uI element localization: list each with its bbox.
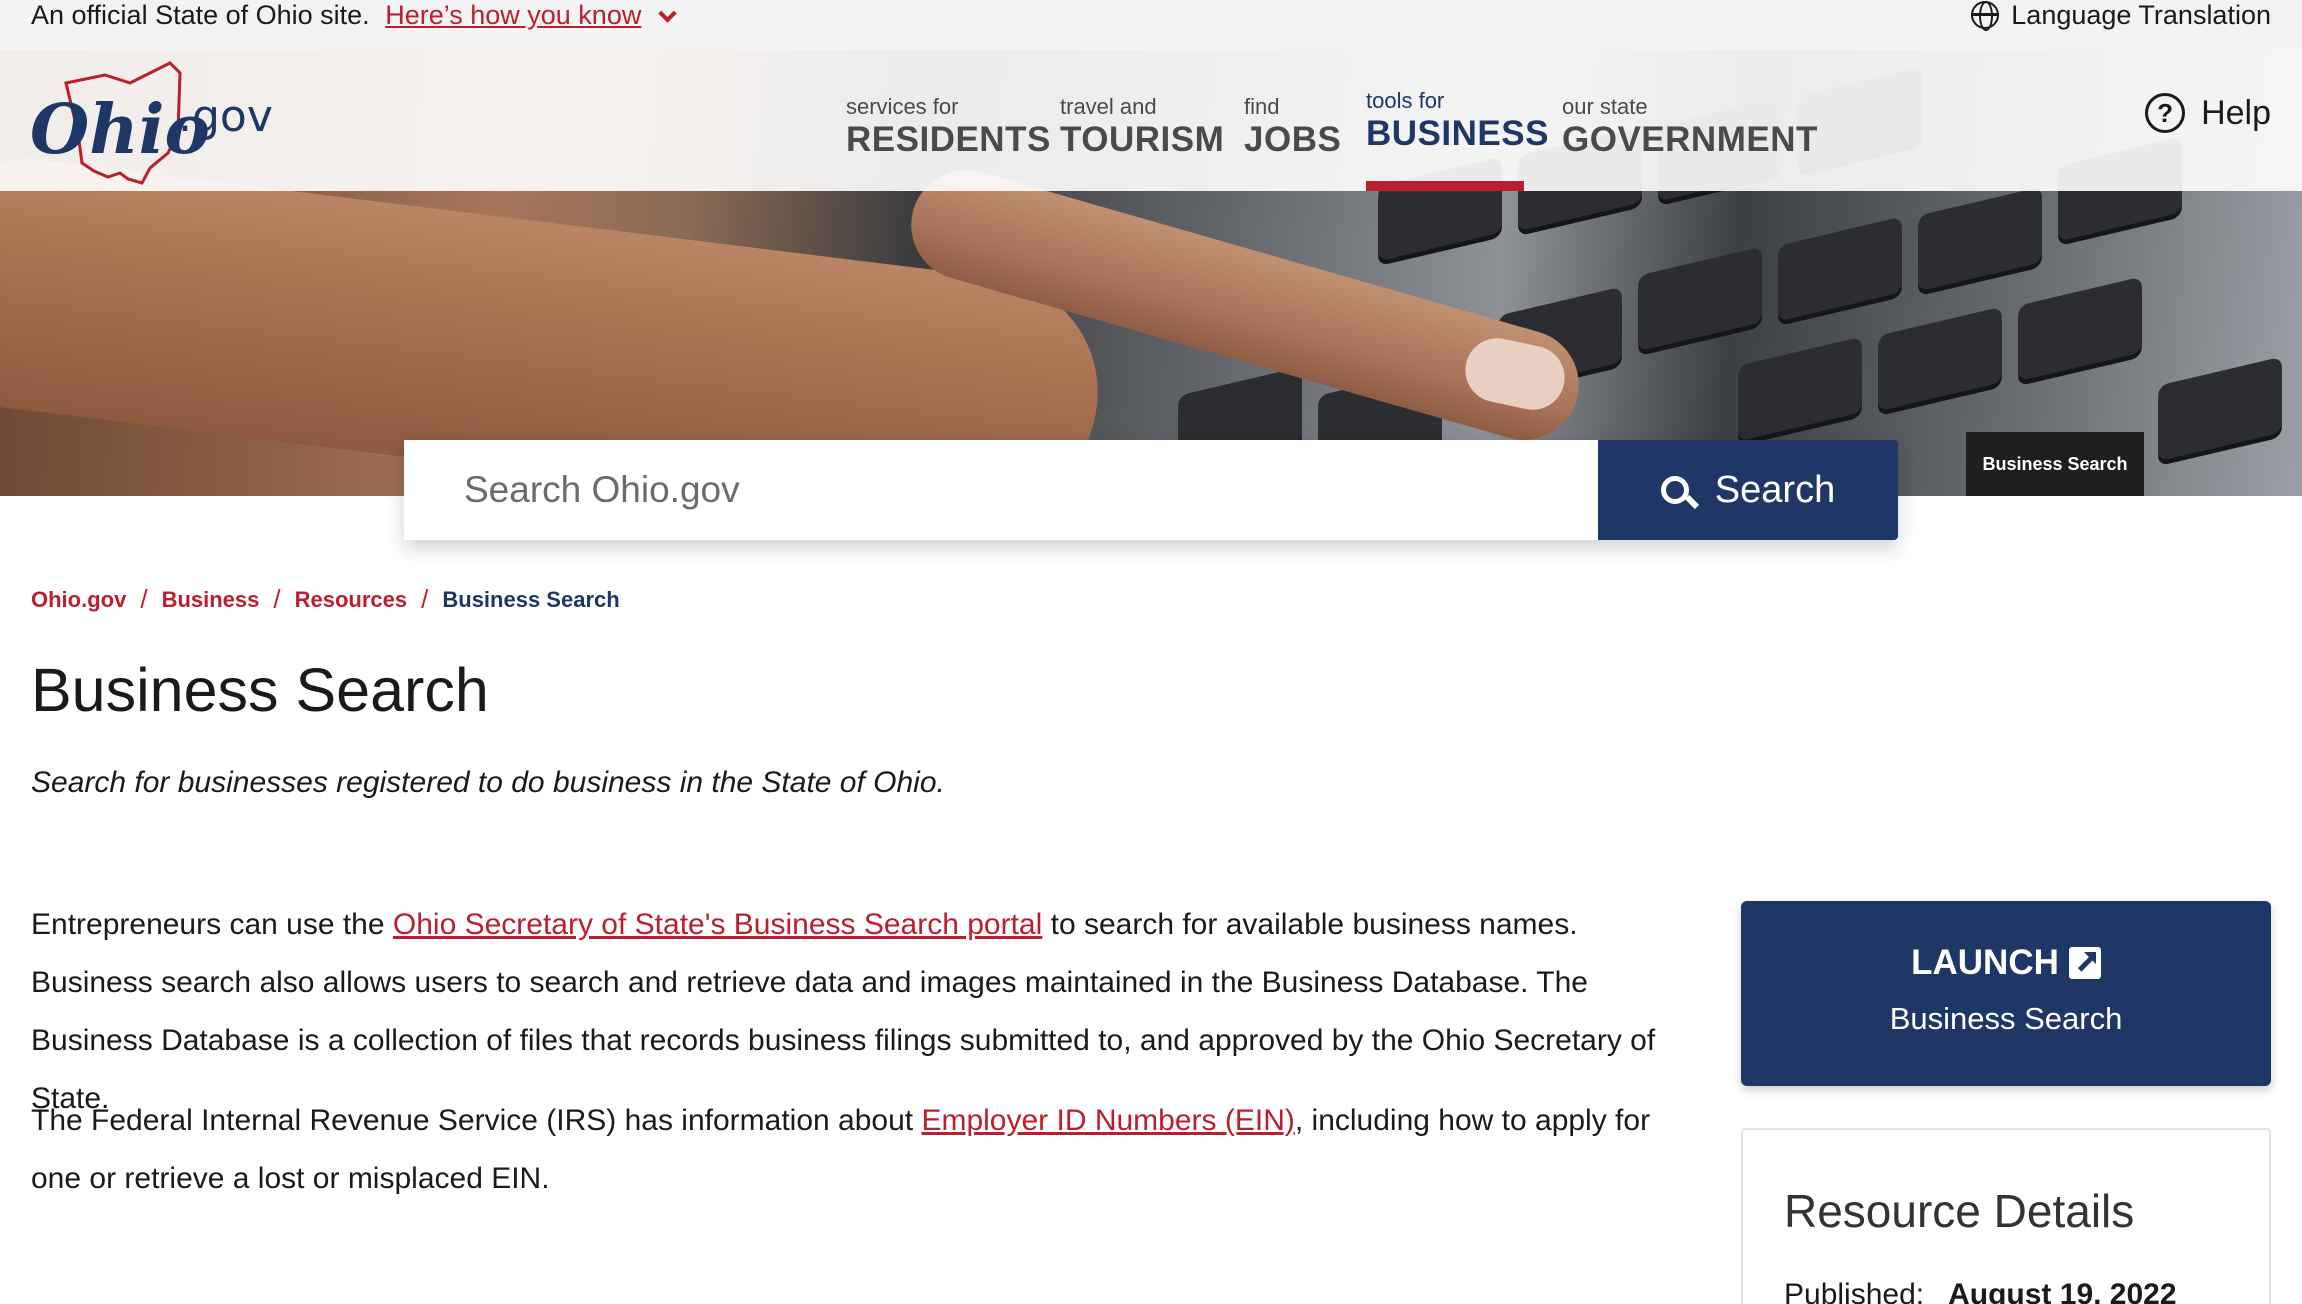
nav-jobs[interactable]: find JOBS xyxy=(1244,50,1341,191)
launch-target: Business Search xyxy=(1889,1001,2123,1036)
nav-tourism-small: travel and xyxy=(1060,94,1157,119)
published-label: Published: xyxy=(1784,1278,1925,1304)
launch-business-search-button[interactable]: LAUNCH Business Search xyxy=(1741,901,2271,1086)
ein-text-start: The Federal Internal Revenue Service (IR… xyxy=(31,1104,922,1137)
search-button[interactable]: Search xyxy=(1598,440,1898,540)
search-icon xyxy=(1660,476,1689,504)
page-title: Business Search xyxy=(31,656,489,724)
how-you-know-link[interactable]: Here’s how you know xyxy=(385,0,641,30)
site-header: Ohio .gov services for RESIDENTS travel … xyxy=(0,50,2302,191)
nav-business-small: tools for xyxy=(1366,88,1445,113)
nav-residents-small: services for xyxy=(846,94,959,119)
breadcrumb-resources[interactable]: Resources xyxy=(295,587,408,613)
logo-suffix: .gov xyxy=(178,91,273,142)
intro-text-start: Entrepreneurs can use the xyxy=(31,908,393,941)
help-button[interactable]: ? Help xyxy=(2145,93,2271,133)
nav-business[interactable]: tools for BUSINESS xyxy=(1366,50,1548,191)
resource-details-card: Resource Details Published: August 19, 20… xyxy=(1741,1128,2271,1304)
official-site-text: An official State of Ohio site. xyxy=(31,0,370,30)
breadcrumb-separator: / xyxy=(421,584,429,614)
breadcrumb-ohio-gov[interactable]: Ohio.gov xyxy=(31,587,126,613)
language-translation-label: Language Translation xyxy=(2011,0,2271,30)
breadcrumb-current: Business Search xyxy=(442,586,620,612)
nav-jobs-label: JOBS xyxy=(1244,120,1342,159)
hero-image-caption: Business Search xyxy=(1966,432,2144,496)
launch-heading: LAUNCH xyxy=(1741,943,2271,983)
ein-link[interactable]: Employer ID Numbers (EIN) xyxy=(921,1104,1294,1137)
breadcrumb-separator: / xyxy=(273,584,281,614)
search-button-label: Search xyxy=(1714,468,1836,511)
page-subtitle: Search for businesses registered to do b… xyxy=(31,766,945,799)
nav-government-small: our state xyxy=(1562,94,1648,119)
nav-jobs-small: find xyxy=(1244,94,1280,119)
ein-paragraph: The Federal Internal Revenue Service (IR… xyxy=(31,1092,1691,1208)
nav-government[interactable]: our state GOVERNMENT xyxy=(1562,50,1817,191)
breadcrumb-business[interactable]: Business xyxy=(162,587,260,613)
nav-business-label: BUSINESS xyxy=(1366,114,1549,153)
site-search: Search xyxy=(404,440,1898,540)
help-label: Help xyxy=(2201,93,2271,132)
help-icon: ? xyxy=(2145,93,2186,133)
launch-label: LAUNCH xyxy=(1911,943,2059,982)
nav-tourism[interactable]: travel and TOURISM xyxy=(1060,50,1224,191)
published-value: August 19, 2022 xyxy=(1948,1278,2177,1304)
external-link-icon xyxy=(2068,947,2101,979)
breadcrumb-separator: / xyxy=(140,584,148,614)
nav-residents[interactable]: services for RESIDENTS xyxy=(846,50,1050,191)
language-translation-button[interactable]: Language Translation xyxy=(1971,0,2271,31)
sos-business-search-link[interactable]: Ohio Secretary of State's Business Searc… xyxy=(393,908,1042,941)
official-site-notice: An official State of Ohio site. Here’s h… xyxy=(31,0,677,30)
chevron-down-icon[interactable] xyxy=(658,4,677,23)
nav-government-label: GOVERNMENT xyxy=(1562,120,1818,159)
official-site-banner: An official State of Ohio site. Here’s h… xyxy=(0,0,2302,50)
resource-details-title: Resource Details xyxy=(1784,1185,2135,1237)
active-nav-indicator xyxy=(1366,181,1524,191)
breadcrumb: Ohio.gov / Business / Resources / Busine… xyxy=(31,584,620,615)
nav-tourism-label: TOURISM xyxy=(1060,120,1225,159)
published-date: Published: August 19, 2022 xyxy=(1784,1278,2177,1304)
nav-residents-label: RESIDENTS xyxy=(846,120,1051,159)
search-input[interactable] xyxy=(404,440,1598,540)
ohio-gov-logo[interactable]: Ohio .gov xyxy=(30,53,300,188)
globe-icon xyxy=(1971,1,2000,31)
